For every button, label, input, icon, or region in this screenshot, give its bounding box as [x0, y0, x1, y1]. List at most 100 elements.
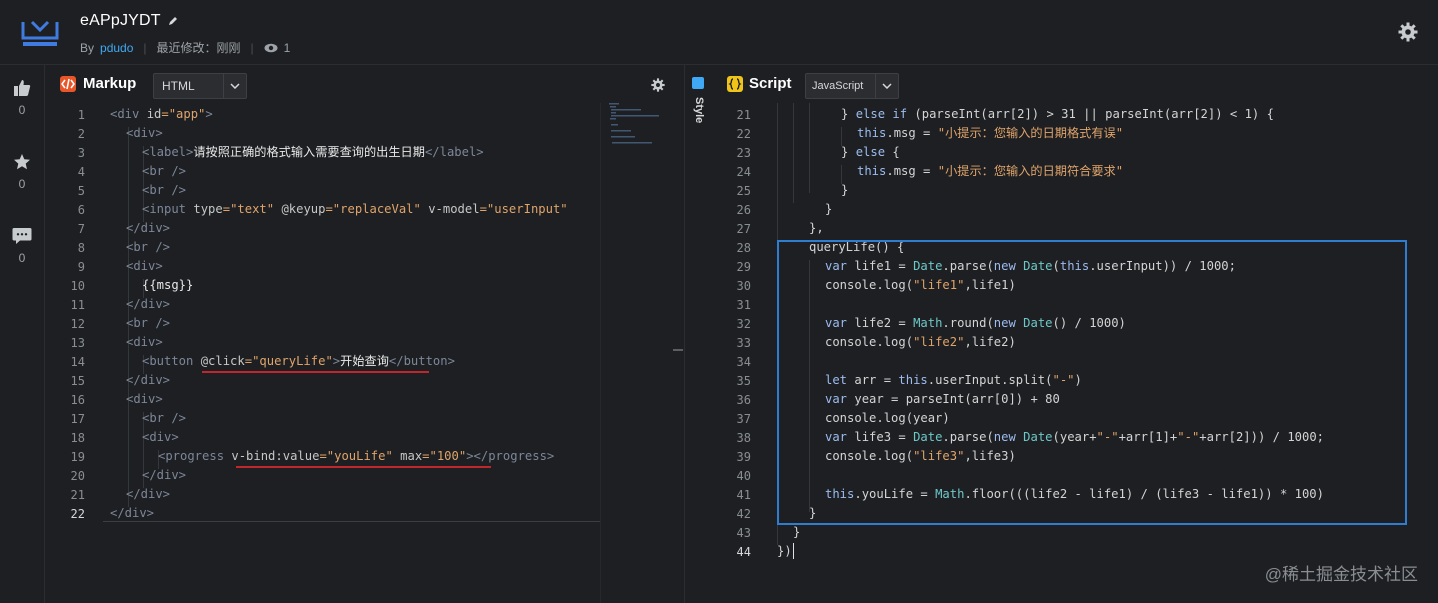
line-number: 16 [70, 393, 85, 407]
line-number: 17 [70, 412, 85, 426]
line-number: 4 [77, 165, 85, 179]
style-panel-title: Style [693, 97, 705, 124]
line-number: 33 [736, 336, 751, 350]
app-logo-icon[interactable] [20, 18, 60, 48]
line-number: 8 [77, 241, 85, 255]
annotation-underline [236, 466, 491, 468]
script-badge-icon [727, 76, 743, 92]
code-line: </div> [142, 468, 187, 482]
line-number: 29 [736, 260, 751, 274]
code-line: <div> [126, 335, 163, 349]
line-number: 18 [70, 431, 85, 445]
script-title: Script [749, 75, 792, 92]
line-number: 12 [70, 317, 85, 331]
markup-badge-icon [60, 76, 76, 92]
left-action-rail: 0 0 0 [0, 65, 45, 603]
markup-settings-gear-icon[interactable] [651, 78, 665, 92]
view-count: 1 [283, 40, 291, 55]
line-number: 30 [736, 279, 751, 293]
watermark: @稀土掘金技术社区 [1264, 565, 1418, 584]
comment-count: 0 [18, 251, 26, 265]
line-number: 38 [736, 431, 751, 445]
line-number: 32 [736, 317, 751, 331]
code-line: </div> [126, 373, 171, 387]
line-number: 6 [77, 203, 85, 217]
code-line: } [825, 202, 833, 216]
code-line: } [841, 183, 849, 197]
line-number: 19 [70, 450, 85, 464]
like-button[interactable]: 0 [0, 79, 44, 117]
star-button[interactable]: 0 [0, 153, 44, 191]
script-language-select[interactable]: JavaScript [805, 73, 899, 99]
code-line: </div> [126, 297, 171, 311]
code-line: </div> [126, 487, 171, 501]
line-number: 43 [736, 526, 751, 540]
last-modified: 最近修改：刚刚 [156, 41, 241, 55]
line-number: 37 [736, 412, 751, 426]
line-number: 7 [77, 222, 85, 236]
code-line: <div> [126, 259, 163, 273]
code-line: <br /> [142, 164, 187, 178]
line-number: 34 [736, 355, 751, 369]
top-header: eAPpJYDT By pdudo | 最近修改：刚刚 | 1 [0, 0, 1438, 65]
star-icon [14, 154, 30, 170]
code-line: <br /> [142, 411, 187, 425]
markup-code-editor[interactable]: 1 2 3 4 5 6 7 8 9 10 11 12 13 14 15 16 1… [45, 103, 683, 603]
markup-minimap-area[interactable] [600, 103, 671, 603]
code-line: <label>请按照正确的格式输入需要查询的出生日期</label> [142, 145, 484, 159]
code-line: {{msg}} [142, 278, 194, 292]
line-number: 26 [736, 203, 751, 217]
code-line: <button @click="queryLife">开始查询</button> [142, 354, 455, 368]
project-title-block: eAPpJYDT By pdudo | 最近修改：刚刚 | 1 [80, 12, 290, 56]
style-panel-collapsed[interactable]: Style [684, 65, 712, 603]
line-number: 3 [77, 146, 85, 160]
script-language-value: JavaScript [812, 80, 864, 92]
line-number: 9 [77, 260, 85, 274]
project-meta: By pdudo | 最近修改：刚刚 | 1 [80, 39, 290, 56]
script-code-editor[interactable]: 21 22 23 24 25 26 27 28 29 30 31 32 33 3… [711, 103, 1438, 603]
code-line: this.msg = "小提示：您输入的日期符合要求" [857, 164, 1124, 178]
meta-divider: | [143, 40, 147, 55]
author-link[interactable]: pdudo [100, 41, 133, 55]
line-number: 13 [70, 336, 85, 350]
settings-gear-icon[interactable] [1398, 22, 1418, 42]
text-cursor [793, 543, 794, 559]
markup-scroll-thumb[interactable] [673, 349, 683, 351]
line-number: 35 [736, 374, 751, 388]
script-panel-header: Script JavaScript [711, 65, 1438, 103]
active-line-underline [103, 521, 600, 522]
line-number: 2 [77, 127, 85, 141]
thumbs-up-icon [14, 80, 31, 96]
code-line: <div> [126, 392, 163, 406]
line-number: 21 [70, 488, 85, 502]
code-line: } [793, 525, 801, 539]
code-line: <div> [126, 126, 163, 140]
code-line: this.msg = "小提示：您输入的日期格式有误" [857, 126, 1124, 140]
comment-button[interactable]: 0 [0, 227, 44, 265]
script-gutter: 21 22 23 24 25 26 27 28 29 30 31 32 33 3… [711, 103, 763, 603]
code-line: <progress v-bind:value="youLife" max="10… [158, 449, 555, 463]
line-number: 25 [736, 184, 751, 198]
meta-divider: | [250, 40, 254, 55]
line-number: 24 [736, 165, 751, 179]
markup-language-select[interactable]: HTML [153, 73, 247, 99]
line-number: 41 [736, 488, 751, 502]
line-number: 36 [736, 393, 751, 407]
line-number: 23 [736, 146, 751, 160]
style-badge-icon [692, 77, 704, 89]
indent-guide [793, 103, 794, 203]
edit-pencil-icon[interactable] [167, 15, 179, 27]
indent-guide [809, 103, 810, 193]
line-number: 21 [736, 108, 751, 122]
code-line: <br /> [126, 240, 171, 254]
project-title[interactable]: eAPpJYDT [80, 12, 161, 30]
annotation-underline [202, 371, 429, 373]
line-number: 11 [70, 298, 85, 312]
annotation-highlight-box [777, 240, 1407, 525]
markup-language-value: HTML [162, 79, 195, 93]
comment-icon [12, 228, 32, 244]
code-line: } else { [841, 145, 900, 159]
code-line: </div> [126, 221, 171, 235]
code-line: <br /> [142, 183, 187, 197]
line-number: 39 [736, 450, 751, 464]
